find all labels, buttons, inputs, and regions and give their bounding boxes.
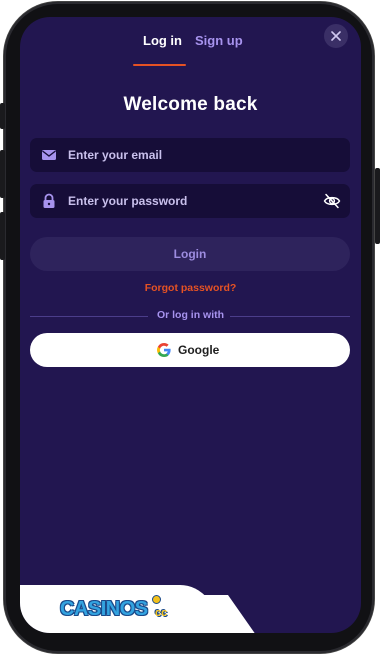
page-title: Welcome back	[123, 94, 258, 115]
envelope-icon	[42, 150, 56, 160]
logo-suffix: cc	[155, 607, 168, 619]
google-button-label: Google	[178, 343, 220, 357]
eye-off-icon[interactable]	[323, 192, 341, 210]
tab-signup[interactable]: Sign up	[195, 33, 243, 48]
forgot-password-link[interactable]: Forgot password?	[20, 282, 361, 294]
close-button[interactable]	[324, 24, 348, 48]
lock-icon	[43, 193, 55, 208]
phone-volume-up	[0, 150, 5, 198]
login-button-label: Login	[173, 247, 207, 261]
tab-login[interactable]: Log in	[143, 33, 182, 48]
casinos-logo-badge: CASINOS cc	[20, 585, 220, 633]
password-field[interactable]: Enter your password	[30, 184, 350, 218]
divider-label: Or log in with	[156, 309, 225, 321]
auth-tabs: Log in Sign up	[20, 31, 361, 71]
active-tab-indicator	[133, 64, 186, 66]
divider-line-right	[230, 316, 350, 317]
email-field[interactable]: Enter your email	[30, 138, 350, 172]
login-button[interactable]: Login	[30, 237, 350, 271]
close-icon	[331, 31, 341, 41]
email-placeholder: Enter your email	[68, 148, 163, 162]
google-icon	[157, 342, 171, 357]
phone-mute-switch	[0, 103, 5, 129]
chip-icon	[152, 595, 161, 604]
google-login-button[interactable]: Google	[30, 333, 350, 367]
phone-power-button	[375, 168, 380, 244]
casinos-logo: CASINOS	[60, 598, 148, 620]
phone-volume-down	[0, 212, 5, 260]
password-placeholder: Enter your password	[68, 194, 188, 208]
login-modal: Log in Sign up Welcome back Enter your e…	[20, 17, 361, 633]
